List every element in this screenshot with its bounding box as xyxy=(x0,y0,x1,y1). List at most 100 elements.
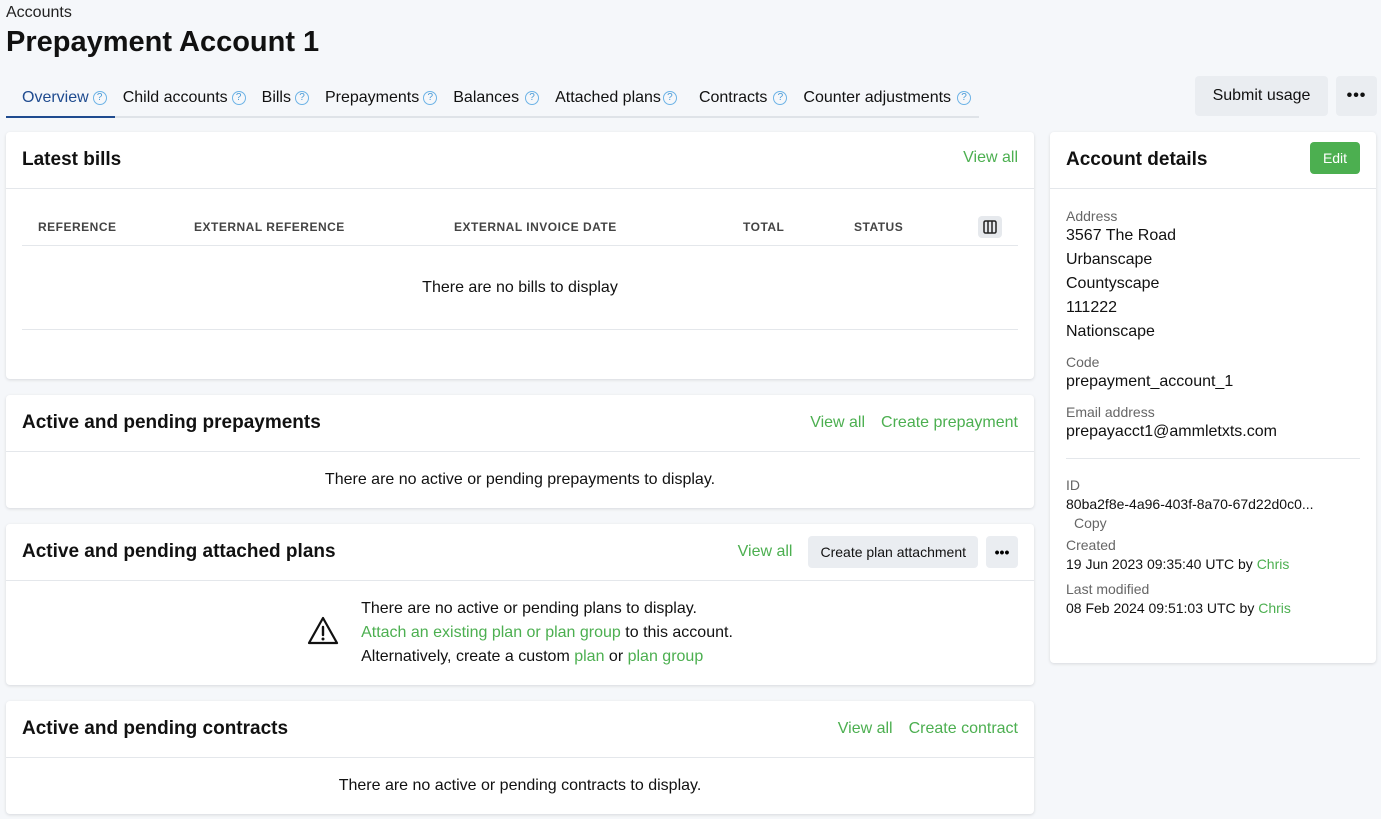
page-title: Prepayment Account 1 xyxy=(6,26,320,58)
card-title: Active and pending attached plans xyxy=(22,541,336,562)
card-title: Active and pending contracts xyxy=(22,718,289,739)
edit-button[interactable]: Edit xyxy=(1310,142,1360,174)
modified-text: 08 Feb 2024 09:51:03 UTC by xyxy=(1066,600,1259,616)
tab-label: Balances xyxy=(453,89,520,106)
address-line: Countyscape xyxy=(1066,275,1160,292)
submit-usage-button[interactable]: Submit usage xyxy=(1195,76,1328,116)
card-actions: View all Create prepayment xyxy=(810,414,1018,432)
column-header-total[interactable]: TOTAL xyxy=(743,220,784,234)
bills-table: REFERENCE EXTERNAL REFERENCE EXTERNAL IN… xyxy=(22,208,1018,330)
plans-empty-text: There are no active or pending plans to … xyxy=(361,597,733,669)
create-contract-link[interactable]: Create contract xyxy=(909,720,1018,738)
contracts-empty-message: There are no active or pending contracts… xyxy=(338,777,702,794)
address-line: 3567 The Road xyxy=(1066,227,1177,244)
create-prepayment-link[interactable]: Create prepayment xyxy=(881,414,1018,432)
tab-label: Contracts xyxy=(698,89,768,106)
help-icon[interactable]: ? xyxy=(662,91,677,105)
tab-contracts[interactable]: Contracts ? xyxy=(685,80,795,116)
column-header-reference[interactable]: REFERENCE xyxy=(38,220,117,234)
plans-empty-line: There are no active or pending plans to … xyxy=(361,600,697,617)
tab-label: Counter adjustments xyxy=(803,89,952,106)
code-value: prepayment_account_1 xyxy=(1066,373,1234,390)
card-actions: View all xyxy=(963,149,1018,167)
tab-counter-adjustments[interactable]: Counter adjustments ? xyxy=(795,80,979,116)
tab-label: Overview xyxy=(22,89,89,106)
card-header: Active and pending prepayments View all … xyxy=(6,395,1034,452)
help-icon[interactable]: ? xyxy=(231,91,246,105)
tab-child-accounts[interactable]: Child accounts ? xyxy=(115,80,254,116)
bills-empty-message: There are no bills to display xyxy=(22,246,1018,330)
columns-toggle-icon[interactable] xyxy=(978,215,1002,238)
card-title: Active and pending prepayments xyxy=(22,412,321,433)
breadcrumb[interactable]: Accounts xyxy=(6,4,72,22)
help-icon[interactable]: ? xyxy=(423,91,438,105)
address-line: Urbanscape xyxy=(1066,251,1153,268)
address-line: 111222 xyxy=(1066,299,1118,316)
create-custom-plan-group-link[interactable]: plan group xyxy=(628,648,704,665)
card-actions: View all Create contract xyxy=(838,720,1018,738)
created-label: Created xyxy=(1066,537,1116,553)
tab-label: Prepayments xyxy=(324,89,420,106)
code-label: Code xyxy=(1066,354,1100,370)
help-icon[interactable]: ? xyxy=(773,91,788,105)
modified-label: Last modified xyxy=(1066,581,1150,597)
table-header-row: REFERENCE EXTERNAL REFERENCE EXTERNAL IN… xyxy=(22,208,1018,246)
warning-icon xyxy=(307,616,339,651)
tab-balances[interactable]: Balances ? xyxy=(445,80,547,116)
attach-existing-plan-link[interactable]: Attach an existing plan or plan group xyxy=(361,624,621,641)
card-header: Active and pending contracts View all Cr… xyxy=(6,701,1034,758)
column-header-status[interactable]: STATUS xyxy=(854,220,903,234)
id-value: 80ba2f8e-4a96-403f-8a70-67d22d0c0... xyxy=(1066,496,1314,512)
plans-empty-state: There are no active or pending plans to … xyxy=(6,581,1034,685)
attached-plans-card: Active and pending attached plans View a… xyxy=(6,524,1034,685)
help-icon[interactable]: ? xyxy=(294,91,309,105)
email-value: prepayacct1@ammletxts.com xyxy=(1066,423,1277,440)
plans-attach-line: Attach an existing plan or plan group to… xyxy=(361,621,733,645)
card-header: Account details Edit xyxy=(1050,132,1376,189)
prepayments-card: Active and pending prepayments View all … xyxy=(6,395,1034,508)
help-icon[interactable]: ? xyxy=(957,91,972,105)
more-actions-button[interactable]: ••• xyxy=(1336,76,1377,116)
account-details-card: Account details Edit Address 3567 The Ro… xyxy=(1050,132,1376,663)
tab-attached-plans[interactable]: Attached plans ? xyxy=(547,80,685,116)
view-all-prepayments-link[interactable]: View all xyxy=(810,414,865,432)
created-value: 19 Jun 2023 09:35:40 UTC by Chris xyxy=(1066,553,1360,575)
or-text: or xyxy=(604,648,628,665)
id-label: ID xyxy=(1066,477,1080,493)
card-header: Active and pending attached plans View a… xyxy=(6,524,1034,581)
tab-label: Bills xyxy=(261,89,291,106)
address-label: Address xyxy=(1066,208,1118,224)
tab-label: Child accounts xyxy=(122,89,228,106)
card-header: Latest bills View all xyxy=(6,132,1034,189)
view-all-bills-link[interactable]: View all xyxy=(963,149,1018,167)
column-header-external-invoice-date[interactable]: EXTERNAL INVOICE DATE xyxy=(454,220,617,234)
latest-bills-card: Latest bills View all REFERENCE EXTERNAL… xyxy=(6,132,1034,379)
prepayments-empty-message: There are no active or pending prepaymen… xyxy=(324,471,716,488)
plans-custom-prefix: Alternatively, create a custom xyxy=(361,648,575,665)
tab-bar: Overview ? Child accounts ? Bills ? Prep… xyxy=(6,80,979,118)
created-by-link[interactable]: Chris xyxy=(1257,556,1290,572)
card-title: Account details xyxy=(1066,149,1208,170)
create-plan-attachment-button[interactable]: Create plan attachment xyxy=(808,536,978,568)
card-actions: View all Create plan attachment ••• xyxy=(738,536,1018,568)
modified-by-link[interactable]: Chris xyxy=(1258,600,1291,616)
create-custom-plan-link[interactable]: plan xyxy=(574,648,604,665)
view-all-plans-link[interactable]: View all xyxy=(738,543,793,561)
card-title: Latest bills xyxy=(22,149,122,170)
modified-value: 08 Feb 2024 09:51:03 UTC by Chris xyxy=(1066,597,1360,619)
tab-overview[interactable]: Overview ? xyxy=(6,80,115,118)
help-icon[interactable]: ? xyxy=(92,91,107,105)
divider xyxy=(1066,458,1360,459)
created-text: 19 Jun 2023 09:35:40 UTC by xyxy=(1066,556,1257,572)
tab-bills[interactable]: Bills ? xyxy=(254,80,317,116)
view-all-contracts-link[interactable]: View all xyxy=(838,720,893,738)
help-icon[interactable]: ? xyxy=(525,91,540,105)
plans-custom-line: Alternatively, create a custom plan or p… xyxy=(361,645,733,669)
email-label: Email address xyxy=(1066,404,1155,420)
plans-more-button[interactable]: ••• xyxy=(986,536,1018,568)
column-header-external-reference[interactable]: EXTERNAL REFERENCE xyxy=(194,220,345,234)
copy-id-link[interactable]: Copy xyxy=(1074,515,1360,531)
tab-prepayments[interactable]: Prepayments ? xyxy=(317,80,445,116)
plans-attach-rest: to this account. xyxy=(620,624,733,641)
contracts-card: Active and pending contracts View all Cr… xyxy=(6,701,1034,814)
